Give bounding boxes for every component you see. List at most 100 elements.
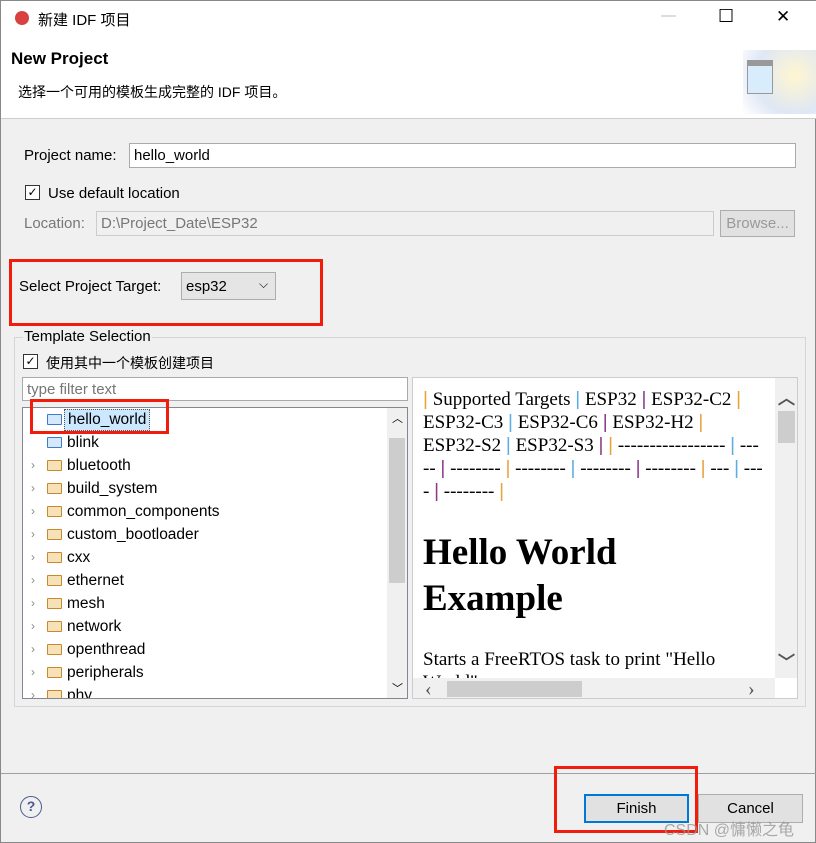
chevron-down-icon: ⌵ — [259, 277, 269, 291]
preview-heading: Hello World Example — [423, 532, 617, 619]
table-cell: -------- — [580, 458, 631, 479]
use-template-checkbox[interactable]: ✓ — [23, 354, 38, 369]
use-default-location-label: Use default location — [48, 185, 180, 202]
chevron-right-icon[interactable]: › — [31, 500, 35, 523]
folder-icon — [47, 667, 62, 678]
preview-hscrollbar[interactable]: ‹ › — [413, 678, 775, 698]
template-item[interactable]: › custom_bootloader — [23, 523, 387, 546]
table-cell: -------- — [515, 458, 566, 479]
folder-icon — [47, 552, 62, 563]
chevron-right-icon[interactable]: › — [31, 523, 35, 546]
template-item-label: network — [67, 618, 122, 635]
template-tree: hello_world blink › bluetooth › build_system ›… — [22, 407, 408, 699]
template-item[interactable]: › cxx — [23, 546, 387, 569]
use-default-location-checkbox[interactable]: ✓ — [25, 185, 40, 200]
preview-vscroll-thumb[interactable] — [778, 411, 795, 443]
chevron-right-icon[interactable]: › — [31, 454, 35, 477]
template-item-label: build_system — [67, 480, 158, 497]
tree-scroll-thumb[interactable] — [389, 438, 405, 583]
app-icon — [15, 11, 29, 25]
table-cell: ESP32 — [584, 389, 637, 410]
template-selection-label: Template Selection — [23, 328, 152, 345]
target-select[interactable]: esp32 ⌵ — [181, 272, 276, 300]
table-cell: ESP32-C2 — [651, 389, 732, 410]
table-cell: ESP32-H2 — [612, 412, 694, 433]
browse-button[interactable]: Browse... — [720, 210, 795, 237]
wizard-header: New Project 选择一个可用的模板生成完整的 IDF 项目。 — [1, 36, 816, 119]
template-preview: | Supported Targets | ESP32 | ESP32-C2 |… — [412, 377, 798, 699]
template-item[interactable]: › mesh — [23, 592, 387, 615]
folder-icon — [47, 621, 62, 632]
watermark: CSDN @慵懒之龟 — [664, 822, 795, 839]
table-cell: ESP32-C3 — [423, 412, 504, 433]
use-template-label: 使用其中一个模板创建项目 — [46, 355, 214, 371]
template-filter-input[interactable] — [22, 377, 408, 401]
location-input[interactable]: D:\Project_Date\ESP32 — [96, 211, 714, 236]
minimize-button[interactable]: — — [661, 7, 676, 24]
template-item[interactable]: › bluetooth — [23, 454, 387, 477]
table-separator: | — [641, 389, 647, 410]
table-separator: | — [505, 435, 511, 456]
project-name-input[interactable]: hello_world — [129, 143, 796, 168]
scroll-down-icon[interactable]: ﹀ — [778, 648, 795, 673]
title-bar: 新建 IDF 项目 — ☐ ✕ — [1, 1, 816, 36]
table-separator: | — [736, 389, 742, 410]
chevron-right-icon[interactable]: › — [31, 477, 35, 500]
template-item[interactable]: blink — [23, 431, 387, 454]
chevron-right-icon[interactable]: › — [31, 661, 35, 684]
table-separator: | — [499, 481, 505, 502]
folder-icon — [47, 644, 62, 655]
chevron-right-icon[interactable]: › — [31, 592, 35, 615]
table-cell: ----------------- — [617, 435, 726, 456]
scroll-up-icon[interactable]: ︿ — [392, 410, 403, 426]
template-item[interactable]: › ethernet — [23, 569, 387, 592]
table-separator: | — [508, 412, 513, 433]
close-button[interactable]: ✕ — [776, 7, 790, 27]
scroll-up-icon[interactable]: ︿ — [778, 384, 795, 409]
target-label: Select Project Target: — [19, 278, 162, 295]
template-item[interactable]: › phy — [23, 684, 387, 698]
table-separator: | — [734, 458, 740, 479]
template-item-label: phy — [67, 687, 92, 698]
table-cell: Supported Targets — [432, 389, 571, 410]
table-separator: | — [505, 458, 511, 479]
table-separator: | — [575, 389, 581, 410]
chevron-right-icon[interactable]: › — [31, 684, 35, 698]
project-name-label: Project name: — [24, 147, 117, 164]
page-description: 选择一个可用的模板生成完整的 IDF 项目。 — [18, 84, 287, 100]
chevron-right-icon[interactable]: › — [31, 569, 35, 592]
folder-icon — [47, 506, 62, 517]
chevron-right-icon[interactable]: › — [31, 615, 35, 638]
template-item-label: peripherals — [67, 664, 144, 681]
maximize-button[interactable]: ☐ — [718, 6, 734, 27]
table-cell: ESP32-C6 — [517, 412, 598, 433]
table-separator: | — [698, 412, 704, 433]
folder-icon — [47, 529, 62, 540]
table-cell: ESP32-S3 — [515, 435, 594, 456]
tree-scrollbar[interactable]: ︿ ﹀ — [387, 408, 407, 698]
preview-vscrollbar[interactable]: ︿ ﹀ — [775, 378, 797, 678]
template-item[interactable]: › build_system — [23, 477, 387, 500]
template-item-label: common_components — [67, 503, 220, 520]
table-separator: | — [730, 435, 736, 456]
scroll-down-icon[interactable]: ﹀ — [392, 680, 403, 696]
scroll-right-icon[interactable]: › — [748, 678, 755, 698]
template-item[interactable]: › openthread — [23, 638, 387, 661]
template-item-label: mesh — [67, 595, 105, 612]
table-separator: | — [635, 458, 641, 479]
chevron-right-icon[interactable]: › — [31, 638, 35, 661]
preview-hscroll-thumb[interactable] — [447, 681, 582, 697]
scroll-left-icon[interactable]: ‹ — [425, 678, 432, 698]
table-cell: -------- — [645, 458, 696, 479]
template-item-label: openthread — [67, 641, 146, 658]
template-item-label: ethernet — [67, 572, 124, 589]
folder-icon — [47, 690, 62, 698]
table-cell: -------- — [450, 458, 501, 479]
help-icon[interactable]: ? — [20, 796, 42, 818]
template-item[interactable]: › network — [23, 615, 387, 638]
template-item[interactable]: › peripherals — [23, 661, 387, 684]
chevron-right-icon[interactable]: › — [31, 546, 35, 569]
table-cell: ESP32-S2 — [423, 435, 502, 456]
template-item[interactable]: › common_components — [23, 500, 387, 523]
table-cell: -------- — [443, 481, 495, 502]
